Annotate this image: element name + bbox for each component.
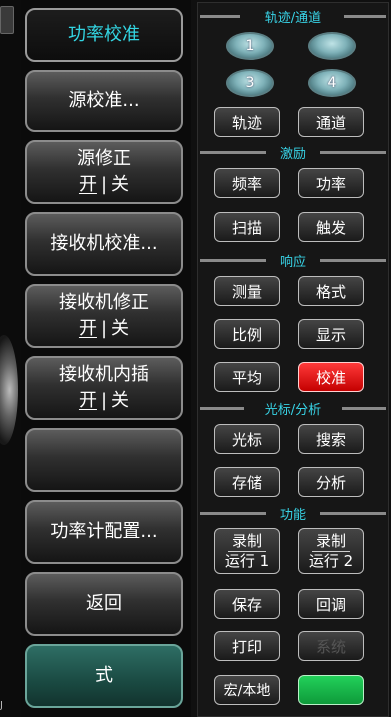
softkey-label: 源修正 — [77, 148, 131, 169]
calibrate-button[interactable]: 校准 — [298, 362, 364, 392]
average-button[interactable]: 平均 — [214, 362, 280, 392]
softkey-power-cal[interactable]: 功率校准 — [25, 8, 183, 62]
softkey-blank[interactable] — [25, 428, 183, 492]
record-label: 录制 — [227, 532, 266, 552]
frequency-button[interactable]: 频率 — [214, 168, 280, 198]
hardkey-panel: 轨迹/通道 1 3 4 轨迹 通道 激励 频率 功率 扫描 触发 响应 测量 格… — [197, 2, 389, 717]
softkey-label: 接收机校准... — [50, 233, 158, 254]
save-button[interactable]: 保存 — [214, 589, 280, 619]
toggle-off: 关 — [111, 174, 130, 195]
record-run-2-button[interactable]: 录制 运行 2 — [298, 528, 364, 574]
power-button[interactable]: 功率 — [298, 168, 364, 198]
recall-button[interactable]: 回调 — [298, 589, 364, 619]
measure-button[interactable]: 测量 — [214, 276, 280, 306]
toggle-on: 开 — [78, 174, 97, 195]
softkey-menu: 功率校准 源校准... 源修正 开 | 关 接收机校准... 接收机修正 开 |… — [21, 0, 191, 717]
softkey-label: 式 — [95, 665, 113, 686]
trace-1-button[interactable]: 1 — [226, 32, 274, 60]
softkey-source-correction[interactable]: 源修正 开 | 关 — [25, 140, 183, 204]
record-run-1-button[interactable]: 录制 运行 1 — [214, 528, 280, 574]
toggle-separator: | — [100, 390, 108, 411]
trace-4-button[interactable]: 4 — [308, 69, 356, 97]
edge-handle — [0, 6, 14, 34]
section-title-response: 响应 — [279, 255, 306, 270]
channel-button[interactable]: 通道 — [298, 107, 364, 137]
onoff-toggle: 开 | 关 — [79, 172, 129, 198]
softkey-label: 源校准... — [68, 90, 140, 111]
softkey-label: 返回 — [86, 593, 122, 614]
scale-button[interactable]: 比例 — [214, 319, 280, 349]
softkey-label: 功率校准 — [68, 24, 140, 45]
toggle-separator: | — [100, 318, 108, 339]
softkey-receiver-interpolation[interactable]: 接收机内插 开 | 关 — [25, 356, 183, 420]
run-label: 运行 1 — [224, 551, 270, 570]
marker-button[interactable]: 光标 — [214, 424, 280, 454]
macro-local-button[interactable]: 宏/本地 — [214, 675, 280, 705]
trace-2-button[interactable] — [308, 32, 356, 60]
display-button[interactable]: 显示 — [298, 319, 364, 349]
softkey-label: 接收机修正 — [59, 292, 149, 313]
run-label: 运行 2 — [308, 551, 354, 570]
toggle-on: 开 — [78, 390, 97, 411]
softkey-receiver-cal[interactable]: 接收机校准... — [25, 212, 183, 276]
corner-glyph: J — [0, 700, 3, 711]
trace-button[interactable]: 轨迹 — [214, 107, 280, 137]
softkey-mode[interactable]: 式 — [25, 644, 183, 708]
softkey-source-cal[interactable]: 源校准... — [25, 70, 183, 132]
toggle-off: 关 — [111, 318, 130, 339]
section-title-utility: 功能 — [279, 508, 306, 523]
softkey-label: 功率计配置... — [50, 521, 158, 542]
print-button[interactable]: 打印 — [214, 631, 280, 661]
system-button[interactable]: 系统 — [298, 631, 364, 661]
toggle-separator: | — [100, 174, 108, 195]
softkey-return[interactable]: 返回 — [25, 572, 183, 636]
softkey-receiver-correction[interactable]: 接收机修正 开 | 关 — [25, 284, 183, 348]
sweep-button[interactable]: 扫描 — [214, 212, 280, 242]
format-button[interactable]: 格式 — [298, 276, 364, 306]
rotary-knob[interactable] — [0, 335, 18, 445]
onoff-toggle: 开 | 关 — [79, 316, 129, 342]
trigger-button[interactable]: 触发 — [298, 212, 364, 242]
analysis-button[interactable]: 分析 — [298, 467, 364, 497]
softkey-power-meter-config[interactable]: 功率计配置... — [25, 500, 183, 564]
instrument-edge: J — [0, 0, 22, 717]
record-label: 录制 — [311, 532, 350, 552]
onoff-toggle: 开 | 关 — [79, 388, 129, 414]
section-title-marker-analysis: 光标/分析 — [264, 403, 322, 418]
memory-button[interactable]: 存储 — [214, 467, 280, 497]
section-title-stimulus: 激励 — [279, 147, 306, 162]
trace-3-button[interactable]: 3 — [226, 69, 274, 97]
search-button[interactable]: 搜索 — [298, 424, 364, 454]
section-title-trace-channel: 轨迹/通道 — [264, 11, 322, 26]
toggle-off: 关 — [111, 390, 130, 411]
softkey-label: 接收机内插 — [59, 364, 149, 385]
preset-button[interactable] — [298, 675, 364, 705]
toggle-on: 开 — [78, 318, 97, 339]
